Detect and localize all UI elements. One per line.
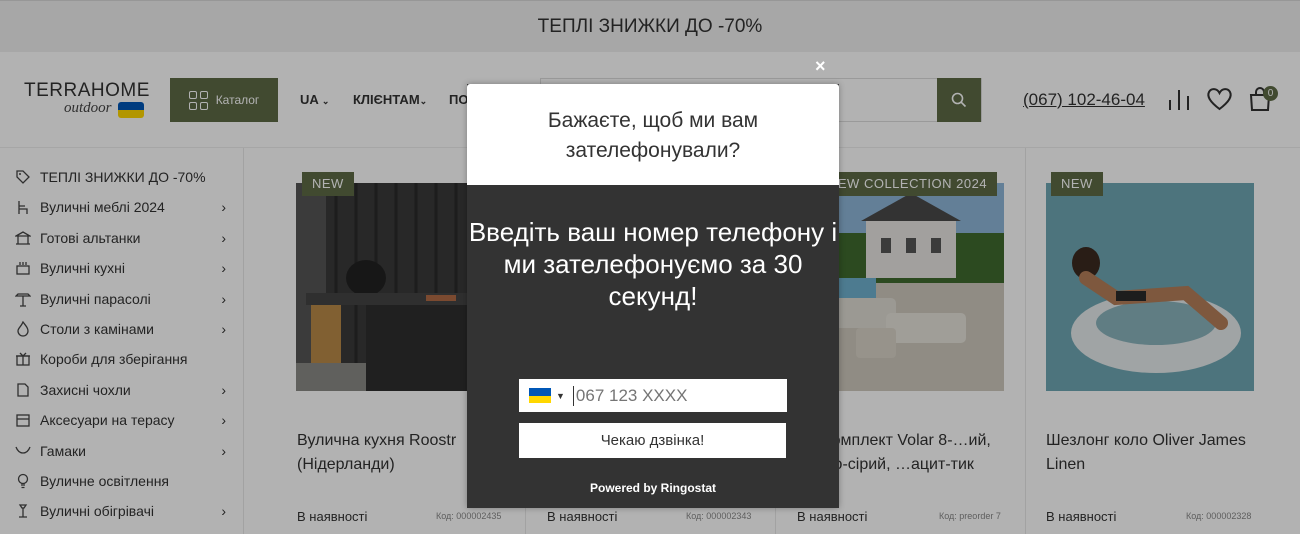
country-dropdown-icon[interactable]: ▼ xyxy=(556,391,565,401)
phone-input[interactable] xyxy=(572,385,773,406)
ukraine-flag-icon[interactable] xyxy=(529,388,551,403)
powered-by-text[interactable]: Powered by Ringostat xyxy=(467,481,839,495)
modal-header-text: Бажаєте, щоб ми вам зателефонували? xyxy=(467,84,839,185)
request-call-button[interactable]: Чекаю дзвінка! xyxy=(519,423,786,458)
close-icon[interactable]: × xyxy=(815,56,826,77)
phone-field[interactable]: ▼ xyxy=(519,379,787,412)
callback-modal: Бажаєте, щоб ми вам зателефонували? Введ… xyxy=(467,84,839,508)
modal-main-text: Введіть ваш номер телефону і ми зателефо… xyxy=(468,217,838,311)
